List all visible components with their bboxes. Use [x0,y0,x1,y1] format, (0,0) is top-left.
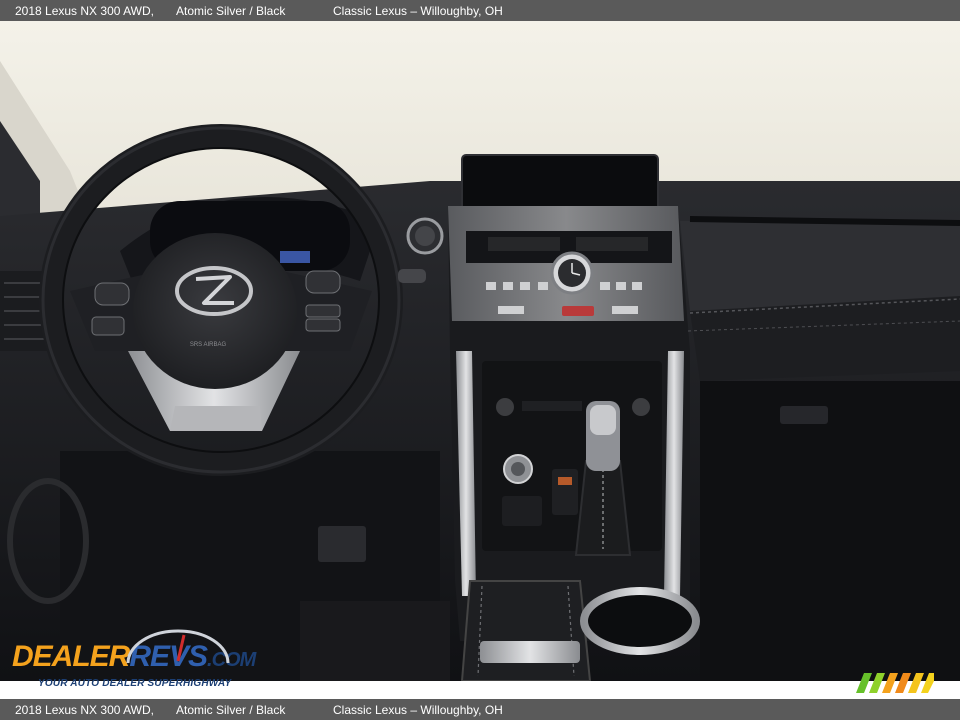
caption-bar-top: 2018 Lexus NX 300 AWD, Atomic Silver / B… [0,0,960,21]
srs-airbag-label: SRS AIRBAG [190,342,227,348]
caption-vehicle: 2018 Lexus NX 300 AWD, [15,3,154,18]
caption-dealer-bottom: Classic Lexus – Willoughby, OH [333,702,503,717]
caption-color: Atomic Silver / Black [176,3,286,18]
caption-color-bottom: Atomic Silver / Black [176,702,286,717]
tachometer-icon [126,629,230,664]
logo-part-dealer: DEALER [12,640,130,673]
car-interior-photo: SRS AIRBAG [0,21,960,681]
stripes-logo-icon [856,673,934,693]
caption-vehicle-bottom: 2018 Lexus NX 300 AWD, [15,702,154,717]
dealerrevs-tagline: YOUR AUTO DEALER SUPERHIGHWAY [38,678,232,689]
caption-dealer: Classic Lexus – Willoughby, OH [333,3,503,18]
caption-bar-bottom: 2018 Lexus NX 300 AWD, Atomic Silver / B… [0,699,960,720]
